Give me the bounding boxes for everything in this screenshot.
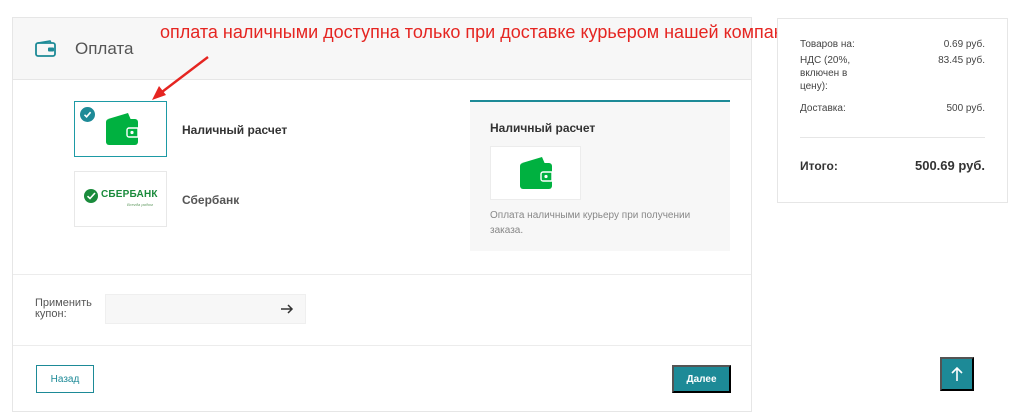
summary-label: Товаров на: [800,39,855,50]
payment-method-sberbank[interactable]: СБЕРБАНК Всегда рядом [74,171,167,227]
payment-method-cash-label[interactable]: Наличный расчет [182,123,287,137]
summary-label: НДС (20%, включен в цену): [800,55,851,92]
next-button[interactable]: Далее [672,365,731,393]
coupon-submit-button[interactable] [279,301,295,317]
summary-value: 0.69 руб. [943,39,985,50]
info-description: Оплата наличными курьеру при получении з… [490,210,691,236]
back-button[interactable]: Назад [36,365,94,393]
order-summary: Товаров на: 0.69 руб. НДС (20%, включен … [777,18,1008,203]
page-title: Оплата [75,39,134,58]
arrow-up-icon [951,366,963,381]
summary-value: 83.45 руб. [938,55,985,66]
summary-value: 500 руб. [946,103,985,114]
selected-check-icon [80,107,95,122]
annotation-text: оплата наличными доступна только при дос… [160,22,804,42]
payment-method-info: Наличный расчет Оплата наличными курьеру… [470,100,730,251]
summary-divider [800,137,985,138]
sberbank-slogan: Всегда рядом [127,202,153,207]
section-divider [13,345,751,346]
arrow-right-icon [281,304,294,314]
scroll-top-button[interactable] [940,357,974,391]
wallet-icon [106,113,139,145]
sberbank-logo-text: СБЕРБАНК [101,189,158,200]
total-value: 500.69 руб. [914,158,985,173]
sberbank-logo: СБЕРБАНК Всегда рядом [83,188,161,212]
coupon-label: Применить купон: [35,297,92,320]
info-title: Наличный расчет [490,121,596,135]
sberbank-logo-mark [84,189,98,203]
total-label: Итого: [800,159,838,173]
coupon-input[interactable] [105,294,306,324]
payment-method-sberbank-label[interactable]: Сбербанк [182,193,239,207]
payment-method-cash[interactable] [74,101,167,157]
info-image [490,146,581,200]
wallet-icon [35,40,56,57]
summary-label: Доставка: [800,103,846,114]
section-divider [13,274,751,275]
annotation-arrow-icon [152,56,209,100]
wallet-icon [520,157,553,189]
